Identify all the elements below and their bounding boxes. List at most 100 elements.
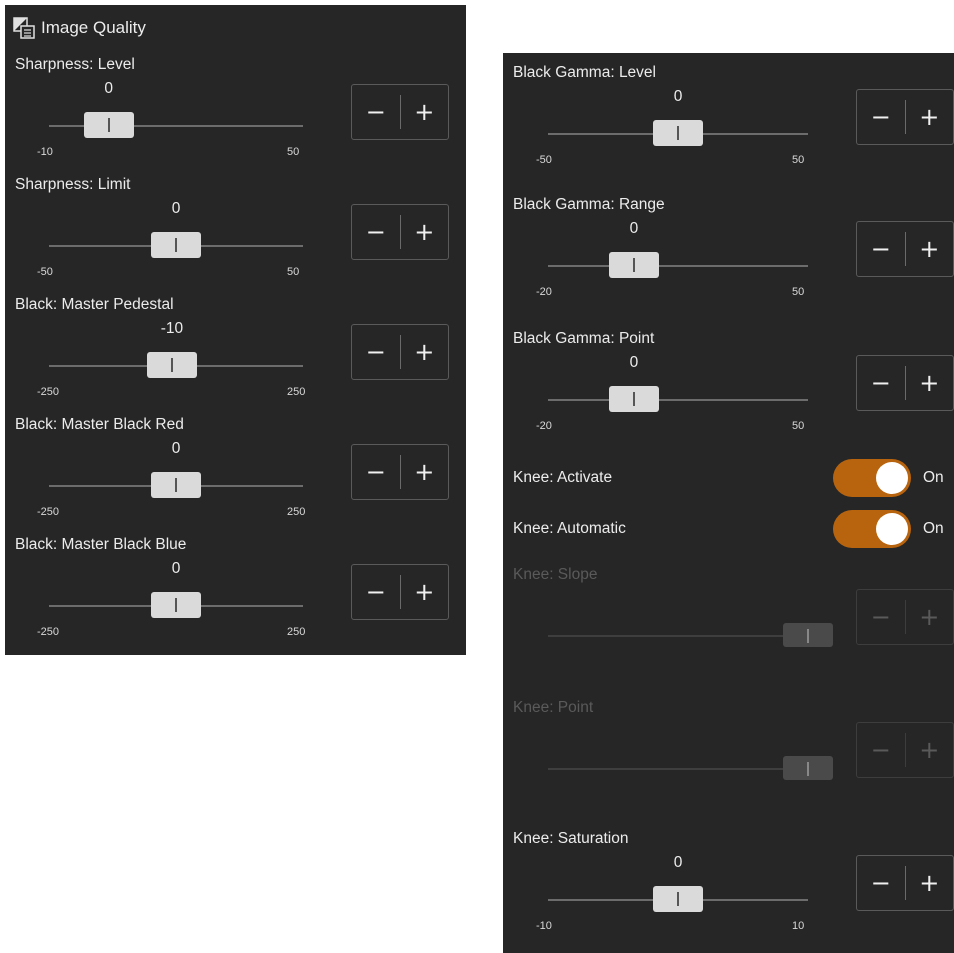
decrement-button[interactable]: − <box>857 356 905 410</box>
slider-min-label: -250 <box>37 626 60 638</box>
slider-max-label: 50 <box>287 146 300 158</box>
toggle-state: On <box>923 520 944 537</box>
slider-min-label: -50 <box>37 266 53 278</box>
black-gamma-level-stepper: − + <box>856 89 954 145</box>
slider-min-label: -20 <box>536 420 552 432</box>
toggle-row-knee-automatic: Knee: Automatic On <box>503 510 954 550</box>
black-gamma-point-stepper: − + <box>856 355 954 411</box>
knee-slope-stepper: − + <box>856 589 954 645</box>
black-master-black-red-stepper: − + <box>351 444 449 500</box>
sharpness-limit-slider-block: Sharpness: Limit 0 -50 50 − + <box>5 176 466 286</box>
slider-value: -10 <box>160 320 184 337</box>
increment-button[interactable]: + <box>906 856 954 910</box>
slider-value: 0 <box>629 220 639 237</box>
slider-value: 0 <box>171 560 181 577</box>
knee-activate-toggle[interactable] <box>833 459 911 497</box>
increment-button[interactable]: + <box>906 356 954 410</box>
slider-thumb[interactable] <box>151 232 201 258</box>
slider-min-label: -10 <box>37 146 53 158</box>
decrement-button[interactable]: − <box>352 85 400 139</box>
decrement-button[interactable]: − <box>857 856 905 910</box>
slider-track[interactable] <box>548 399 808 401</box>
black-gamma-range-slider-block: Black Gamma: Range 0 -20 50 − + <box>503 196 954 306</box>
decrement-button: − <box>870 603 891 631</box>
knee-point-slider-block: Knee: Point − + <box>503 699 954 809</box>
black-master-black-red-slider-block: Black: Master Black Red 0 -250 250 − + <box>5 416 466 526</box>
increment-button: + <box>919 736 940 764</box>
toggle-knob <box>876 462 908 494</box>
slider-max-label: 250 <box>287 506 306 518</box>
sharpness-level-slider-block: Sharpness: Level 0 -10 50 − + <box>5 56 466 166</box>
black-master-black-blue-slider-block: Black: Master Black Blue 0 -250 250 − + <box>5 536 466 646</box>
increment-button[interactable]: + <box>906 90 954 144</box>
knee-automatic-toggle[interactable] <box>833 510 911 548</box>
slider-label: Black Gamma: Level <box>513 64 656 81</box>
slider-thumb[interactable] <box>151 592 201 618</box>
decrement-button[interactable]: − <box>857 222 905 276</box>
slider-max-label: 50 <box>287 266 300 278</box>
slider-max-label: 50 <box>792 420 805 432</box>
slider-label: Black Gamma: Range <box>513 196 665 213</box>
slider-value: 0 <box>673 88 683 105</box>
increment-button[interactable]: + <box>401 85 449 139</box>
knee-saturation-stepper: − + <box>856 855 954 911</box>
toggle-state: On <box>923 469 944 486</box>
slider-label: Black: Master Pedestal <box>15 296 174 313</box>
knee-slope-slider-block: Knee: Slope − + <box>503 566 954 676</box>
knee-saturation-slider-block: Knee: Saturation 0 -10 10 − + <box>503 830 954 940</box>
decrement-button[interactable]: − <box>352 205 400 259</box>
increment-button[interactable]: + <box>401 565 449 619</box>
slider-min-label: -10 <box>536 920 552 932</box>
image-quality-panel: Image Quality Sharpness: Level 0 -10 50− + Sh… <box>5 5 466 655</box>
slider-value: 0 <box>673 854 683 871</box>
sharpness-limit-stepper: − + <box>351 204 449 260</box>
toggle-knob <box>876 513 908 545</box>
toggle-label: Knee: Automatic <box>513 520 626 537</box>
slider-thumb[interactable] <box>653 120 703 146</box>
black-gamma-level-slider-block: Black Gamma: Level 0 -50 50 − + <box>503 64 954 174</box>
slider-thumb[interactable] <box>653 886 703 912</box>
decrement-button[interactable]: − <box>352 445 400 499</box>
knee-point-stepper: − + <box>856 722 954 778</box>
slider-thumb[interactable] <box>83 112 134 138</box>
increment-button[interactable]: + <box>401 205 449 259</box>
slider-max-label: 50 <box>792 286 805 298</box>
slider-label: Sharpness: Limit <box>15 176 131 193</box>
slider-label: Black: Master Black Blue <box>15 536 187 553</box>
sharpness-level-stepper: − + <box>351 84 449 140</box>
slider-thumb <box>783 623 833 647</box>
toggle-label: Knee: Activate <box>513 469 613 486</box>
image-settings-icon <box>13 17 35 39</box>
black-master-black-blue-stepper: − + <box>351 564 449 620</box>
slider-label: Black Gamma: Point <box>513 330 655 347</box>
slider-label: Sharpness: Level <box>15 56 135 73</box>
slider-max-label: 250 <box>287 386 306 398</box>
slider-track[interactable] <box>548 265 808 267</box>
slider-max-label: 250 <box>287 626 306 638</box>
slider-label: Knee: Slope <box>513 566 598 583</box>
knee-gamma-panel: Black Gamma: Level 0 -50 50− + Black Gamma: R… <box>503 53 954 953</box>
black-gamma-point-slider-block: Black Gamma: Point 0 -20 50 − + <box>503 330 954 440</box>
slider-max-label: 50 <box>792 154 805 166</box>
decrement-button[interactable]: − <box>352 325 400 379</box>
slider-value: 0 <box>629 354 639 371</box>
increment-button[interactable]: + <box>401 445 449 499</box>
increment-button: + <box>919 603 940 631</box>
slider-min-label: -20 <box>536 286 552 298</box>
slider-thumb[interactable] <box>151 472 201 498</box>
slider-max-label: 10 <box>792 920 805 932</box>
slider-thumb[interactable] <box>608 386 659 412</box>
decrement-button[interactable]: − <box>352 565 400 619</box>
slider-thumb <box>783 756 833 780</box>
decrement-button[interactable]: − <box>857 90 905 144</box>
increment-button[interactable]: + <box>401 325 449 379</box>
slider-label: Black: Master Black Red <box>15 416 184 433</box>
slider-min-label: -250 <box>37 386 60 398</box>
slider-value: 0 <box>104 80 113 97</box>
slider-min-label: -50 <box>536 154 552 166</box>
decrement-button: − <box>870 736 891 764</box>
slider-thumb[interactable] <box>608 252 659 278</box>
slider-label: Knee: Point <box>513 699 594 716</box>
increment-button[interactable]: + <box>906 222 954 276</box>
slider-thumb[interactable] <box>146 352 197 378</box>
